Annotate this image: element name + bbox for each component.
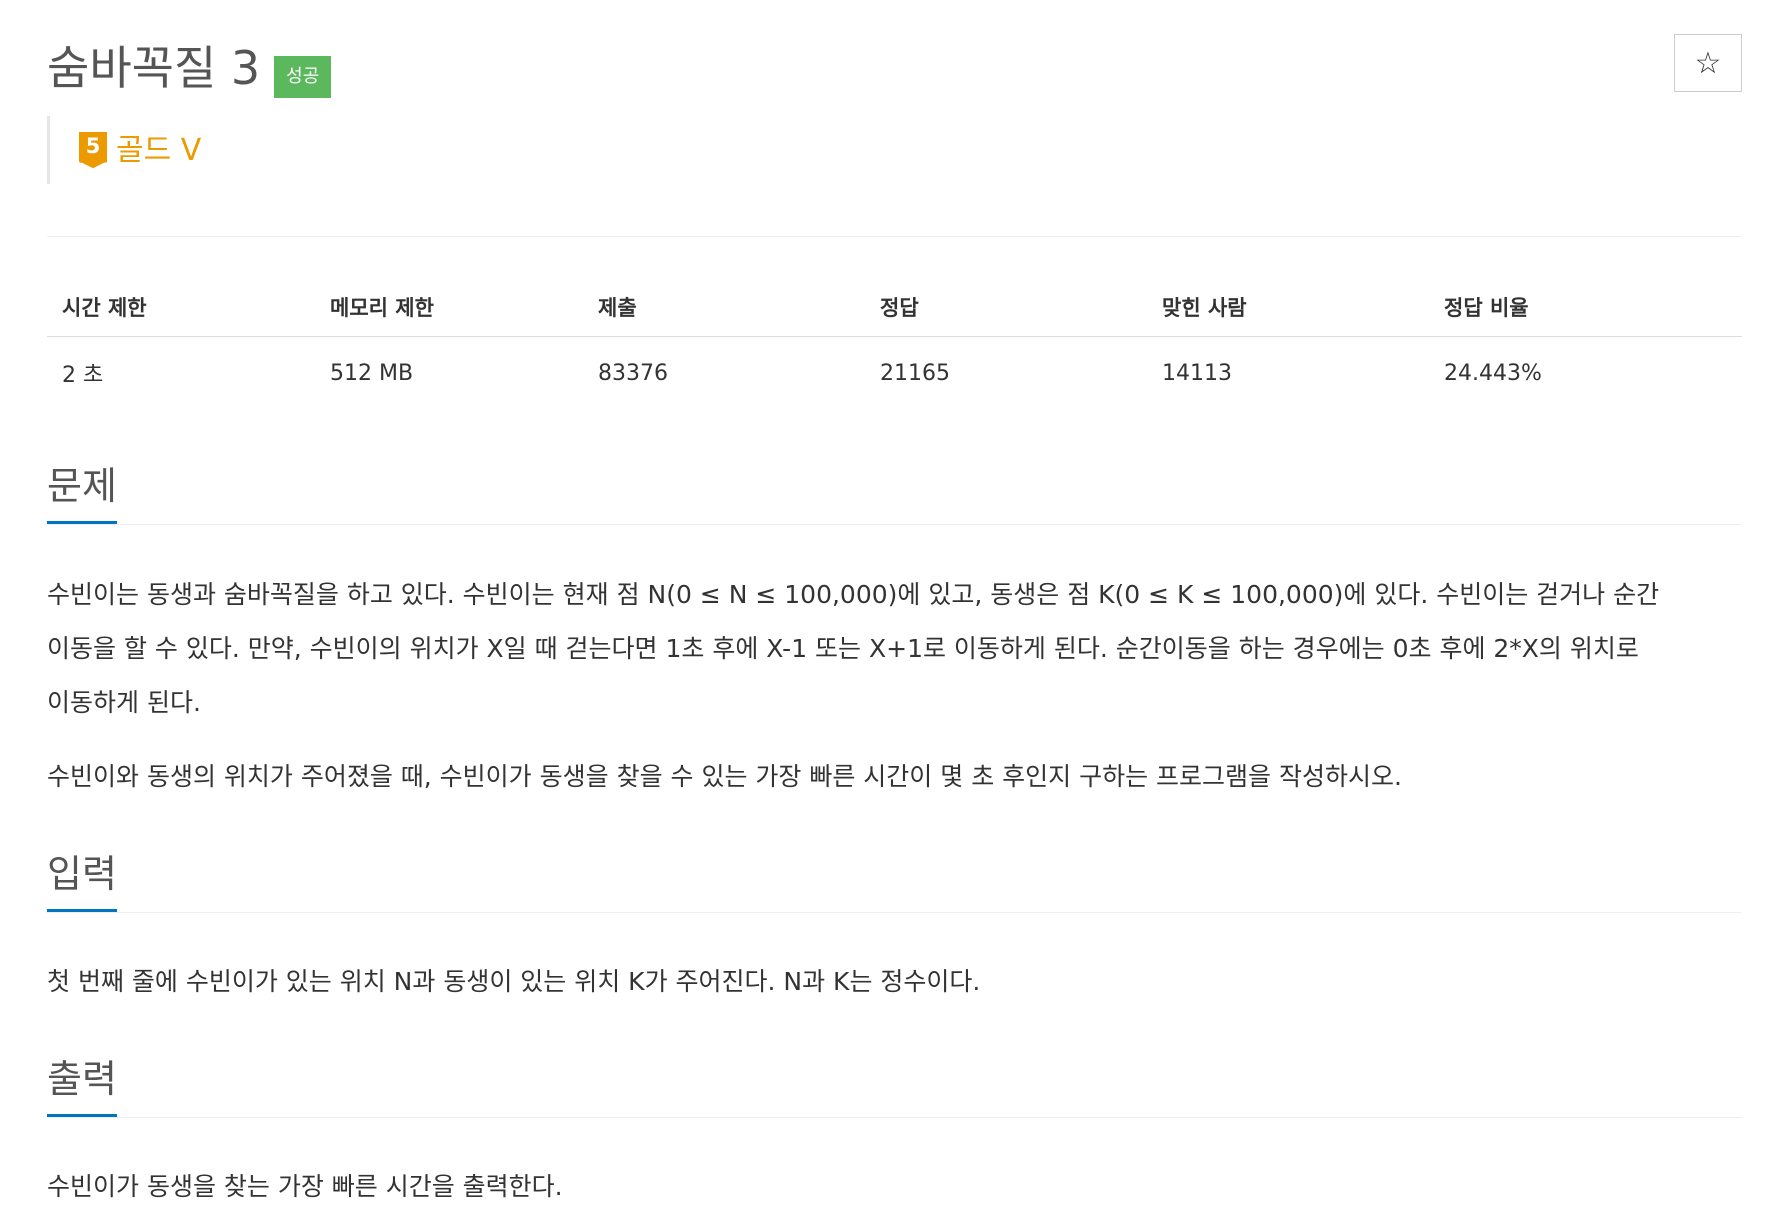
problem-page: 숨바꼭질 3 성공 ☆ 5 골드 V 시간 제한 메모리 제한 제출 정답 맞힌… [0, 0, 1786, 1222]
star-button[interactable]: ☆ [1674, 34, 1742, 92]
header-solved-users: 맞힌 사람 [1147, 282, 1429, 337]
value-accepted-ratio: 24.443% [1444, 360, 1542, 386]
description-section-header: 문제 [47, 458, 1742, 525]
description-line: 수빈이와 동생의 위치가 주어졌을 때, 수빈이가 동생을 찾을 수 있는 가장… [47, 762, 1402, 791]
tier-number: 5 [86, 134, 101, 158]
output-paragraph: 수빈이가 동생을 찾는 가장 빠른 시간을 출력한다. [47, 1160, 1747, 1214]
description-line: 수빈이는 동생과 숨바꼭질을 하고 있다. 수빈이는 현재 점 N(0 ≤ N … [47, 580, 1660, 609]
info-header-row: 시간 제한 메모리 제한 제출 정답 맞힌 사람 정답 비율 [47, 282, 1742, 337]
output-section-header: 출력 [47, 1051, 1742, 1118]
header-accepted-ratio: 정답 비율 [1429, 282, 1742, 337]
input-section-header: 입력 [47, 846, 1742, 913]
value-time-limit: 2 초 [62, 363, 104, 388]
output-heading: 출력 [47, 1051, 117, 1117]
tier-link[interactable]: 5 골드 V [78, 131, 201, 171]
input-heading: 입력 [47, 846, 117, 912]
description-heading: 문제 [47, 458, 117, 524]
title-row: 숨바꼭질 3 성공 [47, 38, 332, 98]
description-paragraph-2: 수빈이와 동생의 위치가 주어졌을 때, 수빈이가 동생을 찾을 수 있는 가장… [47, 750, 1747, 804]
output-text: 수빈이가 동생을 찾는 가장 빠른 시간을 출력한다. [47, 1172, 563, 1201]
problem-title: 숨바꼭질 3 [47, 41, 261, 95]
info-value-row: 2 초 512 MB 83376 21165 14113 24.443% [47, 337, 1742, 400]
value-memory-limit: 512 MB [330, 360, 414, 386]
gold-tier-icon: 5 [79, 132, 107, 170]
tier-label: 골드 V [116, 133, 202, 168]
input-text: 첫 번째 줄에 수빈이가 있는 위치 N과 동생이 있는 위치 K가 주어진다.… [47, 967, 981, 996]
header-submissions: 제출 [583, 282, 865, 337]
problem-info-table: 시간 제한 메모리 제한 제출 정답 맞힌 사람 정답 비율 2 초 512 M… [47, 282, 1742, 399]
description-paragraph-1: 수빈이는 동생과 숨바꼭질을 하고 있다. 수빈이는 현재 점 N(0 ≤ N … [47, 568, 1747, 730]
value-accepted: 21165 [880, 360, 950, 386]
status-badge: 성공 [274, 56, 332, 98]
value-submissions: 83376 [598, 360, 668, 386]
tier-container: 5 골드 V [47, 116, 201, 184]
header-memory-limit: 메모리 제한 [315, 282, 583, 337]
divider [47, 236, 1742, 237]
description-line: 이동을 할 수 있다. 만약, 수빈이의 위치가 X일 때 걷는다면 1초 후에… [47, 634, 1639, 663]
header-time-limit: 시간 제한 [47, 282, 315, 337]
star-icon: ☆ [1694, 45, 1722, 81]
header-accepted: 정답 [865, 282, 1147, 337]
input-paragraph: 첫 번째 줄에 수빈이가 있는 위치 N과 동생이 있는 위치 K가 주어진다.… [47, 955, 1747, 1009]
description-line: 이동하게 된다. [47, 688, 201, 717]
value-solved-users: 14113 [1162, 360, 1232, 386]
